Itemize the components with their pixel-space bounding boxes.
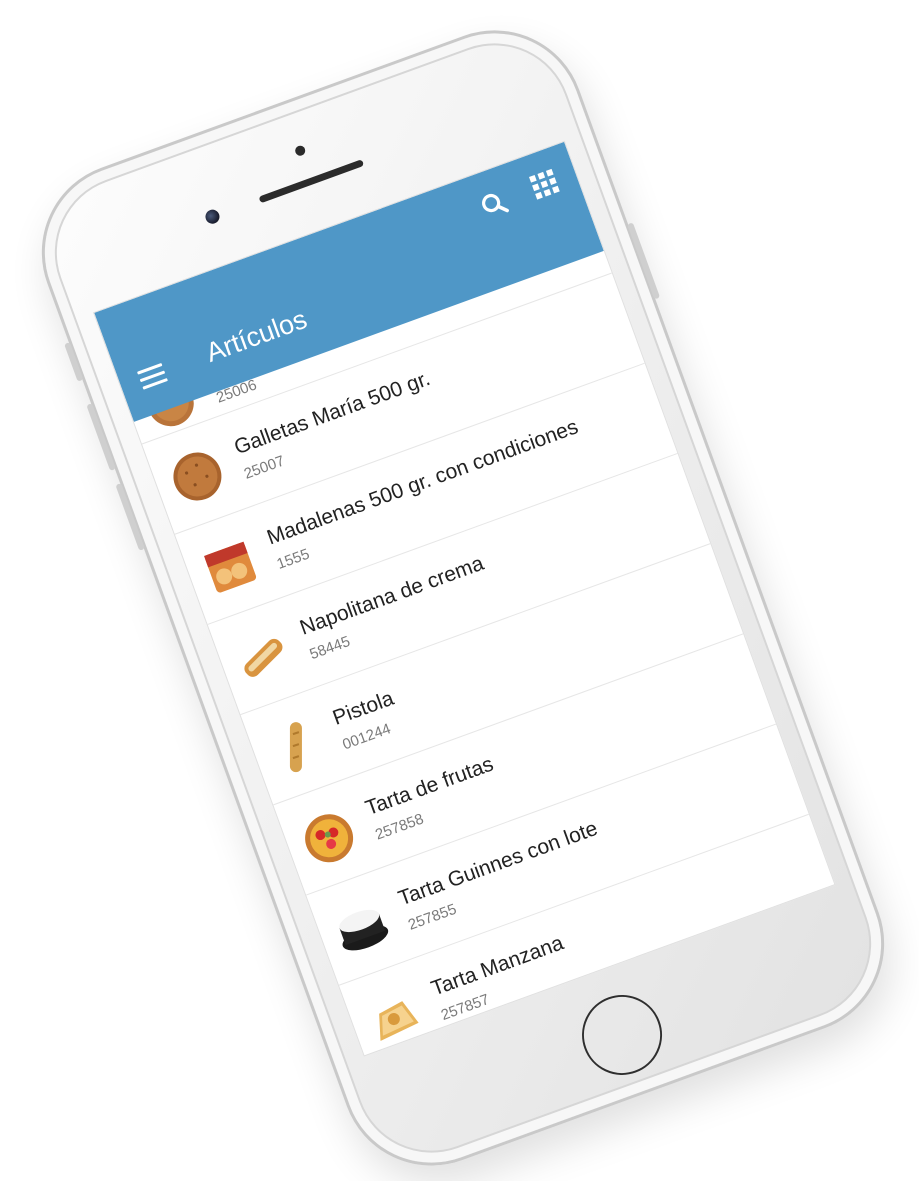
grid-apps-icon[interactable] — [528, 168, 561, 201]
app-screen: 25006 Galletas María 500 gr. 25007 Madal… — [92, 140, 836, 1057]
item-code: 58445 — [307, 632, 353, 664]
muffin-pack-thumbnail — [204, 541, 257, 593]
phone-device: 25006 Galletas María 500 gr. 25007 Madal… — [16, 5, 910, 1181]
item-code: 1555 — [274, 545, 312, 573]
home-button[interactable] — [570, 983, 674, 1087]
hamburger-menu-icon[interactable] — [136, 362, 168, 391]
cookie-thumbnail — [173, 452, 222, 501]
proximity-sensor — [293, 144, 307, 158]
item-name: Tarta Milhojas — [461, 1025, 591, 1057]
power-button — [627, 222, 661, 300]
front-camera — [203, 207, 222, 226]
volume-up-button — [86, 403, 116, 471]
baguette-thumbnail — [289, 722, 302, 773]
search-icon[interactable] — [478, 188, 511, 221]
item-code: 25007 — [241, 452, 287, 483]
earpiece-speaker — [258, 159, 365, 204]
apple-tart-thumbnail — [379, 1001, 419, 1041]
pastry-thumbnail — [244, 638, 283, 677]
stage: 25006 Galletas María 500 gr. 25007 Madal… — [0, 0, 919, 1181]
volume-down-button — [115, 483, 145, 551]
page-title: Artículos — [201, 303, 311, 368]
guinness-cake-thumbnail — [339, 909, 389, 951]
fruit-tart-thumbnail — [305, 814, 354, 863]
mute-switch — [64, 342, 84, 382]
